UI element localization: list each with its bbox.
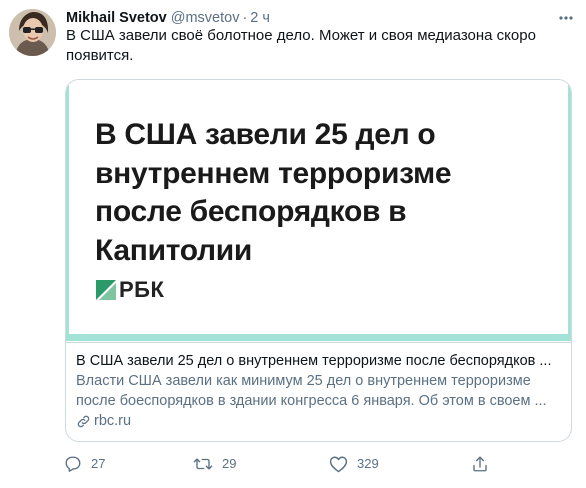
link-card[interactable]: В США завели 25 дел о внутреннем террори… — [65, 79, 572, 442]
avatar[interactable] — [9, 9, 56, 56]
card-description: Власти США завели как минимум 25 дел о в… — [76, 373, 547, 409]
card-domain-text: rbc.ru — [94, 413, 132, 429]
separator-dot: · — [242, 10, 248, 26]
timestamp[interactable]: 2 ч — [250, 10, 270, 26]
author-handle[interactable]: @msvetov — [171, 10, 240, 26]
rbc-logo: РБК — [96, 279, 164, 301]
more-options-button[interactable] — [554, 6, 578, 30]
card-image[interactable]: В США завели 25 дел о внутреннем террори… — [66, 80, 571, 341]
reply-count: 27 — [91, 456, 106, 471]
like-button[interactable]: 329 — [329, 452, 379, 476]
retweet-icon — [193, 458, 213, 470]
rbc-logo-mark-icon — [96, 280, 116, 300]
like-icon — [329, 456, 348, 473]
rbc-logo-text: РБК — [119, 277, 165, 302]
tweet[interactable]: Mikhail Svetov @msvetov · 2 ч В США завели … — [0, 0, 586, 488]
author-name[interactable]: Mikhail Svetov — [66, 10, 167, 26]
card-image-headline: В США завели 25 дел о внутреннем террори… — [95, 118, 452, 267]
share-icon — [473, 456, 487, 472]
tweet-actions: 27 29 329 — [64, 452, 504, 476]
retweet-count: 29 — [222, 456, 237, 471]
link-icon — [77, 415, 90, 427]
reply-button[interactable]: 27 — [64, 452, 105, 476]
more-icon — [559, 16, 573, 20]
tweet-header: Mikhail Svetov @msvetov · 2 ч — [66, 8, 546, 28]
card-domain: rbc.ru — [76, 411, 561, 431]
retweet-button[interactable]: 29 — [193, 452, 236, 476]
card-info[interactable]: В США завели 25 дел о внутреннем террори… — [66, 342, 571, 441]
tweet-text: В США завели своё болотное дело. Может и… — [66, 27, 536, 64]
card-title: В США завели 25 дел о внутреннем террори… — [76, 353, 552, 369]
share-button[interactable] — [471, 452, 489, 476]
reply-icon — [65, 456, 81, 472]
like-count: 329 — [357, 456, 379, 471]
